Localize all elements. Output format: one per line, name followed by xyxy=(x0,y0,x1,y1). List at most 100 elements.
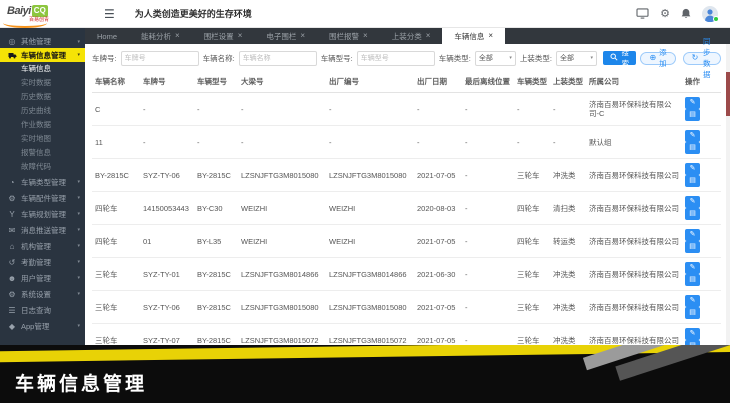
sidebar-toggle-menu-icon[interactable]: ☰ xyxy=(104,7,115,21)
open-tabs-bar: Home 能耗分析×围栏设置×电子围栏×围栏报警×上装分类×车辆信息× xyxy=(85,28,730,44)
chevron-icon: ▾ xyxy=(77,323,80,329)
monitor-icon[interactable] xyxy=(636,8,649,19)
sidebar-item[interactable]: ⚙车辆配件管理▾ xyxy=(0,190,85,206)
sidebar-item[interactable]: Y车辆规划管理▾ xyxy=(0,206,85,222)
notifications-bell-icon[interactable] xyxy=(681,8,691,19)
tab-label: Home xyxy=(97,32,117,41)
table-cell: 济南百易环保科技有限公司-C xyxy=(586,93,682,126)
table-row: BY-2815CSYZ-TY-06BY-2815CLZSNJFTG3M80150… xyxy=(92,159,721,192)
delete-button[interactable]: ▤ xyxy=(685,241,700,253)
delete-button[interactable]: ▤ xyxy=(685,175,700,187)
tab[interactable]: 电子围栏× xyxy=(254,28,317,44)
mount-type-select[interactable]: 全部 ▾ xyxy=(556,51,597,66)
sync-data-button[interactable]: ↻ 同步数据 xyxy=(683,52,721,65)
tab[interactable]: 能耗分析× xyxy=(129,28,192,44)
vehicle-model-input[interactable] xyxy=(357,51,435,66)
edit-button[interactable]: ✎ xyxy=(685,328,700,340)
sidebar-subitem[interactable]: 历史数据 xyxy=(0,90,85,104)
add-button[interactable]: ⊕ 添加 xyxy=(640,52,675,65)
table-cell: 01 xyxy=(140,225,194,258)
sidebar-item[interactable]: ↺考勤管理▾ xyxy=(0,254,85,270)
table-cell: WEIZHI xyxy=(326,225,414,258)
sidebar-item[interactable]: ◔车辆类型管理▾ xyxy=(0,174,85,190)
page-title: 车辆信息管理 xyxy=(15,369,147,396)
table-cell: BY-L35 xyxy=(194,225,238,258)
close-icon[interactable]: × xyxy=(426,32,431,40)
plate-number-input[interactable] xyxy=(121,51,199,66)
sidebar-item[interactable]: ⌂机构管理▾ xyxy=(0,238,85,254)
table-cell: LZSNJFTG3M8015080 xyxy=(326,291,414,324)
sidebar-item-label: 车辆信息管理 xyxy=(21,50,66,61)
table-cell: 冲洗类 xyxy=(550,159,586,192)
ops-cell: ✎▤ xyxy=(682,258,721,291)
table-cell: - xyxy=(462,192,514,225)
sidebar-subitem[interactable]: 历史曲线 xyxy=(0,104,85,118)
edit-button[interactable]: ✎ xyxy=(685,295,700,307)
tab[interactable]: 围栏设置× xyxy=(192,28,255,44)
table-cell: 济南百易环保科技有限公司 xyxy=(586,291,682,324)
edit-button[interactable]: ✎ xyxy=(685,97,700,109)
scrollbar-track[interactable] xyxy=(726,44,730,346)
table-cell: - xyxy=(462,258,514,291)
ops-cell: ✎▤ xyxy=(682,93,721,126)
sidebar-item[interactable]: ◎其他管理▾ xyxy=(0,35,85,48)
tab[interactable]: 车辆信息× xyxy=(442,28,505,44)
scrollbar-thumb[interactable] xyxy=(726,72,730,116)
chevron-down-icon: ▾ xyxy=(509,55,512,61)
pencil-icon: ✎ xyxy=(690,99,696,106)
table-cell: BY-2815C xyxy=(194,159,238,192)
sidebar-subitem[interactable]: 实时地图 xyxy=(0,132,85,146)
sidebar-subitem[interactable]: 实时数据 xyxy=(0,76,85,90)
vehicle-type-label: 车辆类型: xyxy=(439,53,471,64)
gear-icon: ⚙ xyxy=(7,194,17,203)
sidebar-subitem[interactable]: 作业数据 xyxy=(0,118,85,132)
delete-button[interactable]: ▤ xyxy=(685,142,700,154)
close-icon[interactable]: × xyxy=(488,32,493,40)
table-cell: BY-2815C xyxy=(194,258,238,291)
sidebar-item[interactable]: ⚙系统设置▾ xyxy=(0,286,85,302)
user-avatar[interactable] xyxy=(702,6,718,22)
table-cell: 2021-07-05 xyxy=(414,159,462,192)
branch-icon: Y xyxy=(7,210,17,219)
settings-gear-icon[interactable]: ⚙ xyxy=(660,7,670,20)
tab[interactable]: 围栏报警× xyxy=(317,28,380,44)
table-cell: BY-2815C xyxy=(92,159,140,192)
sidebar-subitem[interactable]: 车辆信息 xyxy=(0,62,85,76)
brand-logo[interactable]: Baiyi CQ 百易创青 xyxy=(0,5,92,23)
sidebar-item[interactable]: ☰日志查询 xyxy=(0,302,85,318)
table-cell: 14150053443 xyxy=(140,192,194,225)
tab[interactable]: Home xyxy=(85,28,129,44)
vehicle-type-select[interactable]: 全部 ▾ xyxy=(475,51,516,66)
edit-button[interactable]: ✎ xyxy=(685,163,700,175)
search-button[interactable]: 搜索 xyxy=(603,51,637,65)
sidebar-item[interactable]: ✉消息推送管理▾ xyxy=(0,222,85,238)
close-icon[interactable]: × xyxy=(300,32,305,40)
delete-button[interactable]: ▤ xyxy=(685,307,700,319)
sidebar-item[interactable]: ☻用户管理▾ xyxy=(0,270,85,286)
sidebar-item[interactable]: ◆App管理▾ xyxy=(0,318,85,334)
tab[interactable]: 上装分类× xyxy=(380,28,443,44)
sidebar-subitem[interactable]: 故障代码 xyxy=(0,160,85,174)
delete-button[interactable]: ▤ xyxy=(685,274,700,286)
table-cell: - xyxy=(238,126,326,159)
vehicle-name-input[interactable] xyxy=(239,51,317,66)
ops-cell: ✎▤ xyxy=(682,126,721,159)
logo-text: Baiyi xyxy=(7,6,31,16)
chevron-icon: ▾ xyxy=(77,52,80,58)
sidebar-item-label: 消息推送管理 xyxy=(21,225,66,236)
sidebar-item-label: 用户管理 xyxy=(21,273,51,284)
edit-button[interactable]: ✎ xyxy=(685,196,700,208)
close-icon[interactable]: × xyxy=(175,32,180,40)
sidebar-item-label: 其他管理 xyxy=(21,36,51,47)
history-icon: ↺ xyxy=(7,258,17,267)
close-icon[interactable]: × xyxy=(238,32,243,40)
sidebar-item[interactable]: 车辆信息管理 ▾ xyxy=(0,48,85,62)
delete-button[interactable]: ▤ xyxy=(685,208,700,220)
edit-button[interactable]: ✎ xyxy=(685,130,700,142)
edit-button[interactable]: ✎ xyxy=(685,229,700,241)
close-icon[interactable]: × xyxy=(363,32,368,40)
sidebar-subitem[interactable]: 报警信息 xyxy=(0,146,85,160)
edit-button[interactable]: ✎ xyxy=(685,262,700,274)
delete-button[interactable]: ▤ xyxy=(685,109,700,121)
table-cell: 三轮车 xyxy=(514,258,550,291)
